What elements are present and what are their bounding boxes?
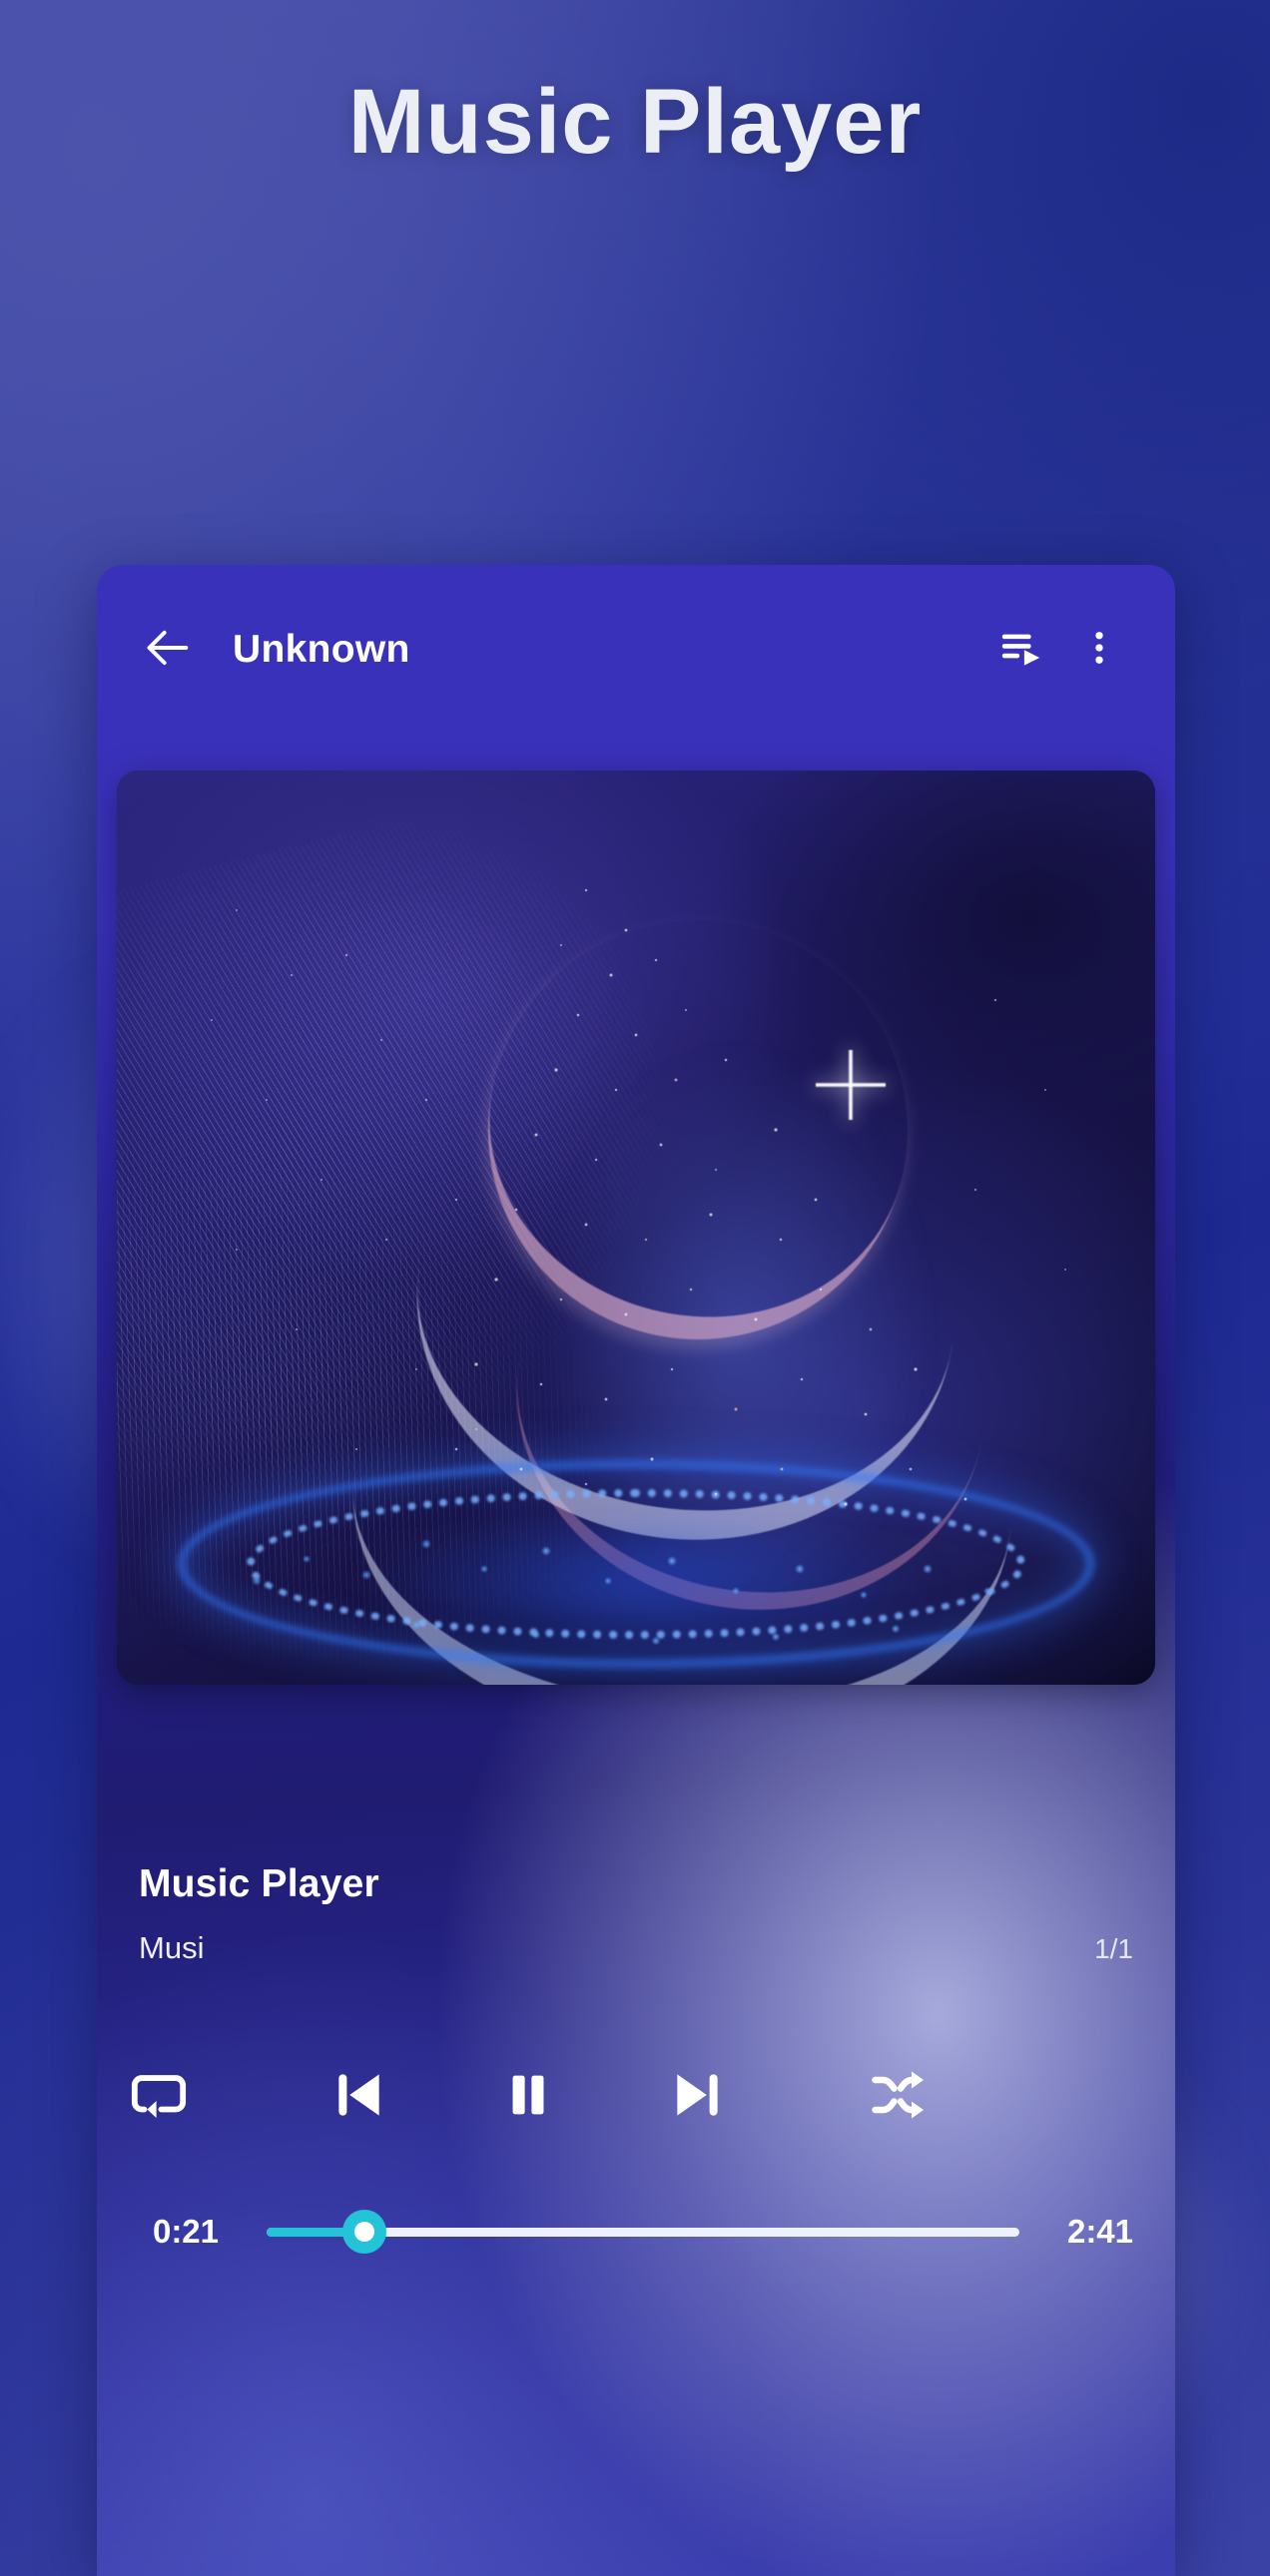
app-bar-actions bbox=[987, 616, 1133, 684]
pause-icon bbox=[499, 2066, 557, 2129]
skip-next-icon bbox=[667, 2064, 729, 2131]
repeat-button[interactable] bbox=[107, 2045, 211, 2149]
arrow-left-icon bbox=[143, 622, 195, 679]
play-pause-button[interactable] bbox=[476, 2045, 580, 2149]
duration-time: 2:41 bbox=[1066, 2213, 1134, 2250]
seek-thumb[interactable] bbox=[342, 2210, 387, 2254]
previous-button[interactable] bbox=[307, 2045, 410, 2149]
track-subrow: Musi 1/1 bbox=[139, 1930, 1133, 1966]
playback-controls bbox=[97, 2032, 1175, 2162]
repeat-icon bbox=[130, 2066, 188, 2129]
track-title: Music Player bbox=[139, 1862, 379, 1905]
track-artist: Musi bbox=[139, 1930, 205, 1965]
now-playing-info: Music Player Musi 1/1 bbox=[97, 1862, 1175, 1966]
overflow-menu-button[interactable] bbox=[1065, 616, 1133, 684]
app-bar: Unknown bbox=[97, 565, 1175, 735]
next-button[interactable] bbox=[646, 2045, 750, 2149]
shuffle-icon bbox=[868, 2065, 928, 2130]
playlist-play-icon bbox=[998, 625, 1044, 676]
back-button[interactable] bbox=[137, 618, 201, 682]
phone-mockup-card: Unknown Music Player Musi 1/1 0:21 2:41 bbox=[97, 565, 1175, 2576]
album-art-vignette bbox=[736, 771, 1155, 1200]
skip-previous-icon bbox=[327, 2064, 389, 2131]
seek-slider[interactable] bbox=[267, 2210, 1019, 2254]
more-vertical-icon bbox=[1078, 627, 1120, 674]
seek-row: 0:21 2:41 bbox=[97, 2192, 1175, 2272]
page-title: Music Player bbox=[347, 71, 923, 173]
elapsed-time: 0:21 bbox=[152, 2213, 220, 2250]
track-counter: 1/1 bbox=[1094, 1933, 1133, 1964]
album-art[interactable] bbox=[117, 771, 1155, 1685]
queue-button[interactable] bbox=[987, 616, 1055, 684]
shuffle-button[interactable] bbox=[846, 2045, 950, 2149]
app-bar-title: Unknown bbox=[233, 628, 410, 671]
